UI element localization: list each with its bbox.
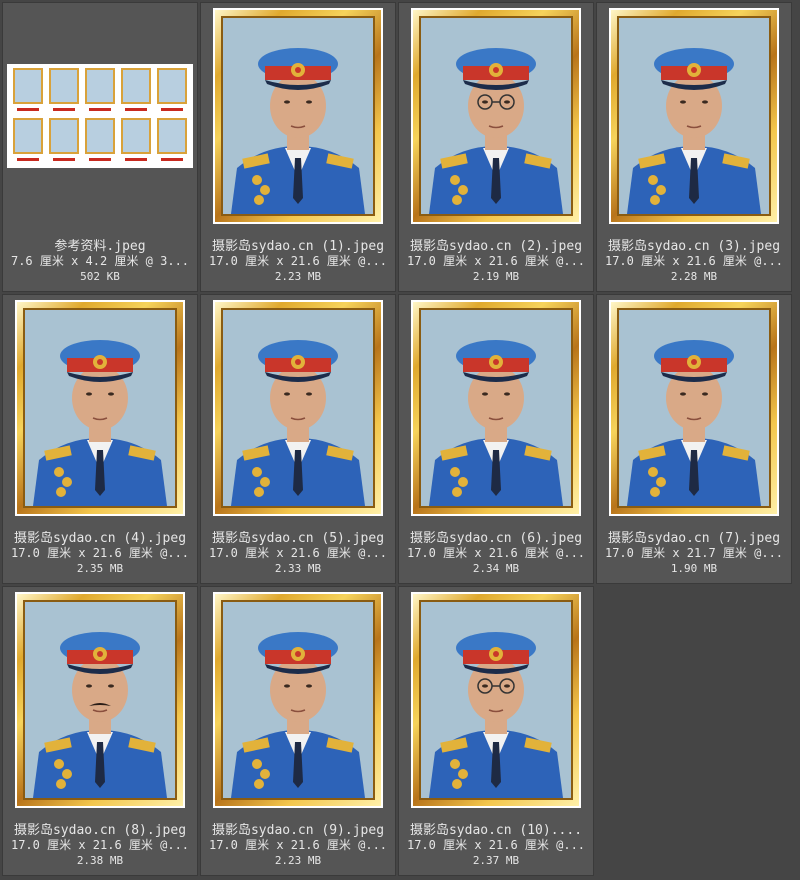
ref-portrait bbox=[11, 68, 44, 115]
ref-portrait bbox=[120, 68, 153, 115]
file-meta: 摄影岛sydao.cn (5).jpeg 17.0 厘米 x 21.6 厘米 @… bbox=[201, 531, 395, 576]
file-dimensions: 17.0 厘米 x 21.6 厘米 @... bbox=[208, 838, 388, 852]
gold-frame bbox=[611, 302, 777, 514]
gold-frame bbox=[215, 302, 381, 514]
file-dimensions: 17.0 厘米 x 21.6 厘米 @... bbox=[208, 546, 388, 560]
file-size: 1.90 MB bbox=[670, 562, 718, 575]
file-meta: 参考资料.jpeg 7.6 厘米 x 4.2 厘米 @ 3... 502 KB bbox=[3, 239, 197, 284]
file-dimensions: 17.0 厘米 x 21.6 厘米 @... bbox=[406, 546, 586, 560]
file-meta: 摄影岛sydao.cn (9).jpeg 17.0 厘米 x 21.6 厘米 @… bbox=[201, 823, 395, 868]
file-name: 摄影岛sydao.cn (2).jpeg bbox=[409, 239, 583, 254]
file-thumbnail[interactable] bbox=[399, 7, 593, 225]
gold-frame bbox=[413, 10, 579, 222]
file-tile[interactable]: 摄影岛sydao.cn (1).jpeg 17.0 厘米 x 21.6 厘米 @… bbox=[200, 2, 396, 292]
file-size: 2.28 MB bbox=[670, 270, 718, 283]
file-name: 摄影岛sydao.cn (7).jpeg bbox=[607, 531, 781, 546]
file-dimensions: 17.0 厘米 x 21.6 厘米 @... bbox=[406, 838, 586, 852]
file-thumbnail[interactable] bbox=[597, 299, 791, 517]
file-thumbnail[interactable] bbox=[201, 7, 395, 225]
file-name: 摄影岛sydao.cn (5).jpeg bbox=[211, 531, 385, 546]
portrait-thumbnail-icon bbox=[25, 310, 175, 506]
portrait-thumbnail-icon bbox=[223, 310, 373, 506]
file-thumbnail[interactable] bbox=[3, 591, 197, 809]
gold-frame bbox=[17, 594, 183, 806]
portrait-thumbnail-icon bbox=[421, 310, 571, 506]
file-tile-reference[interactable]: 参考资料.jpeg 7.6 厘米 x 4.2 厘米 @ 3... 502 KB bbox=[2, 2, 198, 292]
file-meta: 摄影岛sydao.cn (2).jpeg 17.0 厘米 x 21.6 厘米 @… bbox=[399, 239, 593, 284]
file-tile[interactable]: 摄影岛sydao.cn (2).jpeg 17.0 厘米 x 21.6 厘米 @… bbox=[398, 2, 594, 292]
portrait-thumbnail-icon bbox=[223, 18, 373, 214]
file-tile[interactable]: 摄影岛sydao.cn (3).jpeg 17.0 厘米 x 21.6 厘米 @… bbox=[596, 2, 792, 292]
file-size: 2.33 MB bbox=[274, 562, 322, 575]
file-name: 摄影岛sydao.cn (10).... bbox=[409, 823, 583, 838]
file-thumbnail[interactable] bbox=[597, 7, 791, 225]
file-tile[interactable]: 摄影岛sydao.cn (10).... 17.0 厘米 x 21.6 厘米 @… bbox=[398, 586, 594, 876]
file-size: 2.38 MB bbox=[76, 854, 124, 867]
file-dimensions: 17.0 厘米 x 21.6 厘米 @... bbox=[208, 254, 388, 268]
file-thumbnail[interactable] bbox=[399, 591, 593, 809]
file-name: 摄影岛sydao.cn (9).jpeg bbox=[211, 823, 385, 838]
file-thumbnail[interactable] bbox=[3, 7, 197, 225]
file-tile[interactable]: 摄影岛sydao.cn (6).jpeg 17.0 厘米 x 21.6 厘米 @… bbox=[398, 294, 594, 584]
file-meta: 摄影岛sydao.cn (4).jpeg 17.0 厘米 x 21.6 厘米 @… bbox=[3, 531, 197, 576]
reference-sheet-icon bbox=[7, 64, 193, 168]
portrait-thumbnail-icon bbox=[223, 602, 373, 798]
gold-frame bbox=[413, 594, 579, 806]
file-thumbnail[interactable] bbox=[3, 299, 197, 517]
file-size: 2.19 MB bbox=[472, 270, 520, 283]
file-size: 2.34 MB bbox=[472, 562, 520, 575]
file-meta: 摄影岛sydao.cn (6).jpeg 17.0 厘米 x 21.6 厘米 @… bbox=[399, 531, 593, 576]
file-size: 2.23 MB bbox=[274, 854, 322, 867]
portrait-thumbnail-icon bbox=[421, 602, 571, 798]
ref-portrait bbox=[120, 117, 153, 165]
file-name: 摄影岛sydao.cn (1).jpeg bbox=[211, 239, 385, 254]
portrait-thumbnail-icon bbox=[25, 602, 175, 798]
file-dimensions: 17.0 厘米 x 21.6 厘米 @... bbox=[604, 254, 784, 268]
gold-frame bbox=[17, 302, 183, 514]
file-meta: 摄影岛sydao.cn (8).jpeg 17.0 厘米 x 21.6 厘米 @… bbox=[3, 823, 197, 868]
thumbnail-grid: 参考资料.jpeg 7.6 厘米 x 4.2 厘米 @ 3... 502 KB … bbox=[2, 2, 792, 876]
gold-frame bbox=[215, 10, 381, 222]
file-tile[interactable]: 摄影岛sydao.cn (9).jpeg 17.0 厘米 x 21.6 厘米 @… bbox=[200, 586, 396, 876]
ref-portrait bbox=[11, 117, 44, 165]
file-tile[interactable]: 摄影岛sydao.cn (4).jpeg 17.0 厘米 x 21.6 厘米 @… bbox=[2, 294, 198, 584]
file-tile[interactable]: 摄影岛sydao.cn (5).jpeg 17.0 厘米 x 21.6 厘米 @… bbox=[200, 294, 396, 584]
ref-portrait bbox=[83, 68, 116, 115]
file-size: 2.23 MB bbox=[274, 270, 322, 283]
file-name: 摄影岛sydao.cn (8).jpeg bbox=[13, 823, 187, 838]
file-size: 2.37 MB bbox=[472, 854, 520, 867]
file-name: 摄影岛sydao.cn (4).jpeg bbox=[13, 531, 187, 546]
file-thumbnail[interactable] bbox=[399, 299, 593, 517]
file-meta: 摄影岛sydao.cn (1).jpeg 17.0 厘米 x 21.6 厘米 @… bbox=[201, 239, 395, 284]
file-dimensions: 7.6 厘米 x 4.2 厘米 @ 3... bbox=[10, 254, 190, 268]
gold-frame bbox=[611, 10, 777, 222]
file-tile[interactable]: 摄影岛sydao.cn (8).jpeg 17.0 厘米 x 21.6 厘米 @… bbox=[2, 586, 198, 876]
portrait-thumbnail-icon bbox=[619, 310, 769, 506]
portrait-thumbnail-icon bbox=[421, 18, 571, 214]
gold-frame bbox=[413, 302, 579, 514]
ref-portrait bbox=[47, 68, 80, 115]
file-name: 摄影岛sydao.cn (3).jpeg bbox=[607, 239, 781, 254]
ref-portrait bbox=[83, 117, 116, 165]
ref-portrait bbox=[156, 68, 189, 115]
file-thumbnail[interactable] bbox=[201, 591, 395, 809]
file-size: 502 KB bbox=[80, 270, 120, 283]
ref-portrait bbox=[156, 117, 189, 165]
file-dimensions: 17.0 厘米 x 21.6 厘米 @... bbox=[406, 254, 586, 268]
file-thumbnail[interactable] bbox=[201, 299, 395, 517]
file-name: 参考资料.jpeg bbox=[54, 239, 146, 254]
ref-portrait bbox=[47, 117, 80, 165]
file-tile[interactable]: 摄影岛sydao.cn (7).jpeg 17.0 厘米 x 21.7 厘米 @… bbox=[596, 294, 792, 584]
file-size: 2.35 MB bbox=[76, 562, 124, 575]
file-dimensions: 17.0 厘米 x 21.6 厘米 @... bbox=[10, 546, 190, 560]
file-dimensions: 17.0 厘米 x 21.7 厘米 @... bbox=[604, 546, 784, 560]
file-meta: 摄影岛sydao.cn (10).... 17.0 厘米 x 21.6 厘米 @… bbox=[399, 823, 593, 868]
gold-frame bbox=[215, 594, 381, 806]
portrait-thumbnail-icon bbox=[619, 18, 769, 214]
file-meta: 摄影岛sydao.cn (7).jpeg 17.0 厘米 x 21.7 厘米 @… bbox=[597, 531, 791, 576]
file-meta: 摄影岛sydao.cn (3).jpeg 17.0 厘米 x 21.6 厘米 @… bbox=[597, 239, 791, 284]
file-dimensions: 17.0 厘米 x 21.6 厘米 @... bbox=[10, 838, 190, 852]
file-name: 摄影岛sydao.cn (6).jpeg bbox=[409, 531, 583, 546]
